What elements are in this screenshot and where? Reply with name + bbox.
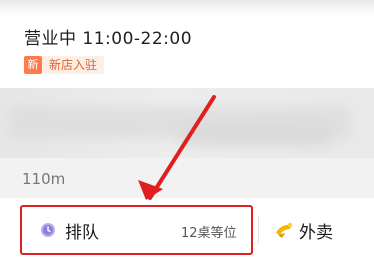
clock-icon: [41, 223, 55, 237]
queue-wait-count: 12桌等位: [181, 226, 237, 241]
business-hours: 营业中 11:00-22:00: [24, 29, 193, 49]
takeout-icon[interactable]: [273, 219, 295, 241]
blurred-strip-secondary: [180, 126, 330, 146]
queue-label: 排队: [65, 223, 99, 243]
takeout-button[interactable]: 外卖: [299, 218, 333, 243]
new-store-badge: 新 新店入驻: [24, 55, 105, 75]
action-divider: [258, 216, 259, 244]
new-store-text: 新店入驻: [42, 56, 105, 74]
top-fade: [0, 0, 374, 16]
new-tag: 新: [24, 56, 42, 74]
distance-label: 110m: [22, 170, 66, 188]
